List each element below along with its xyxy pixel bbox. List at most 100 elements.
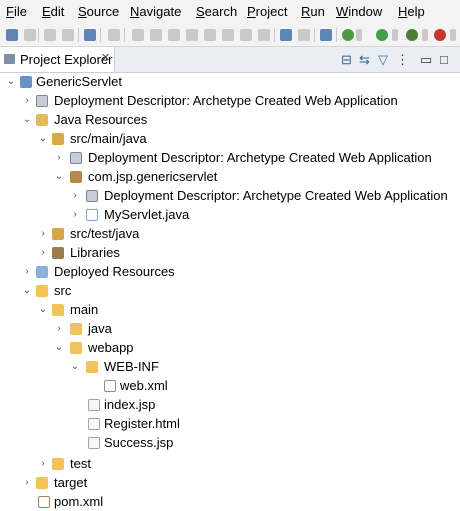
folder-icon — [70, 323, 82, 335]
toolbar-separator — [100, 28, 101, 42]
twisty-collapsed-icon[interactable]: › — [54, 319, 64, 338]
menu-edit[interactable]: Edit — [42, 4, 64, 19]
menu-search[interactable]: Search — [196, 4, 237, 19]
twisty-expanded-icon[interactable]: ⌄ — [22, 281, 32, 300]
folder-icon — [52, 304, 64, 316]
tree-item-label: pom.xml — [54, 494, 104, 509]
collapse-all-icon[interactable]: ⊟ — [341, 52, 352, 68]
tree-item-label: web.xml — [120, 378, 168, 393]
tree-item-label: index.jsp — [104, 397, 156, 412]
debug-dropdown-icon[interactable] — [356, 29, 362, 41]
menu-bar: File Edit Source Navigate Search Project… — [0, 0, 460, 24]
resume-icon[interactable] — [132, 29, 144, 41]
folder-icon — [36, 285, 48, 297]
twisty-collapsed-icon[interactable]: › — [22, 473, 32, 492]
deployment-descriptor-icon — [70, 152, 82, 164]
disconnect-icon[interactable] — [186, 29, 198, 41]
tree-item-label: Deployment Descriptor: Archetype Created… — [104, 188, 448, 203]
external-tools-icon[interactable] — [434, 29, 446, 41]
link-with-editor-icon[interactable]: ⇆ — [359, 52, 370, 68]
twisty-expanded-icon[interactable]: ⌄ — [38, 129, 48, 148]
use-step-filters-icon[interactable] — [280, 29, 292, 41]
folder-icon — [52, 458, 64, 470]
source-folder-icon — [52, 228, 64, 240]
new-icon[interactable] — [6, 29, 18, 41]
twisty-expanded-icon[interactable]: ⌄ — [22, 110, 32, 129]
step-into-icon[interactable] — [204, 29, 216, 41]
menu-window[interactable]: Window — [336, 4, 382, 19]
save-icon[interactable] — [44, 29, 56, 41]
xml-file-icon — [104, 380, 116, 392]
folder-icon — [70, 342, 82, 354]
twisty-collapsed-icon[interactable]: › — [38, 224, 48, 243]
source-folder-icon — [52, 133, 64, 145]
tree-item-label: src/main/java — [70, 131, 147, 146]
tab-label: Project Explorer — [20, 52, 113, 67]
deployment-descriptor-icon — [36, 95, 48, 107]
filter-icon[interactable]: ▽ — [378, 52, 388, 68]
java-file-icon — [86, 209, 98, 221]
project-explorer-icon — [4, 54, 15, 64]
jsp-file-icon — [88, 399, 100, 411]
dropdown-arrow-icon[interactable] — [24, 29, 36, 41]
menu-help[interactable]: Help — [398, 4, 425, 19]
view-menu-icon[interactable]: ⋮ — [396, 52, 409, 68]
run-icon[interactable] — [376, 29, 388, 41]
tree-item-label: src — [54, 283, 72, 298]
deployed-resources-icon — [36, 266, 48, 278]
tab-project-explorer[interactable]: Project Explorer ✕ — [0, 47, 115, 72]
terminal-icon[interactable] — [84, 29, 96, 41]
skip-breakpoints-icon[interactable] — [108, 29, 120, 41]
debug-icon[interactable] — [342, 29, 354, 41]
menu-source[interactable]: Source — [78, 4, 119, 19]
save-all-icon[interactable] — [62, 29, 74, 41]
twisty-collapsed-icon[interactable]: › — [38, 243, 48, 262]
toolbar-separator — [336, 28, 337, 42]
menu-run[interactable]: Run — [301, 4, 325, 19]
coverage-dropdown-icon[interactable] — [422, 29, 428, 41]
html-file-icon — [88, 418, 100, 430]
run-dropdown-icon[interactable] — [392, 29, 398, 41]
menu-file[interactable]: File — [6, 4, 27, 19]
twisty-expanded-icon[interactable]: ⌄ — [54, 167, 64, 186]
toolbar-separator — [274, 28, 275, 42]
twisty-expanded-icon[interactable]: ⌄ — [38, 300, 48, 319]
close-icon[interactable]: ✕ — [101, 51, 110, 64]
external-tools-dropdown-icon[interactable] — [450, 29, 456, 41]
suspend-icon[interactable] — [150, 29, 162, 41]
twisty-collapsed-icon[interactable]: › — [54, 148, 64, 167]
package-icon — [70, 171, 82, 183]
tree-item-label: main — [70, 302, 99, 317]
open-type-icon[interactable] — [298, 29, 310, 41]
step-return-icon[interactable] — [240, 29, 252, 41]
menu-navigate[interactable]: Navigate — [130, 4, 181, 19]
terminate-icon[interactable] — [168, 29, 180, 41]
maximize-icon[interactable]: □ — [440, 52, 448, 67]
coverage-icon[interactable] — [406, 29, 418, 41]
next-annotation-icon[interactable] — [320, 29, 332, 41]
deployment-descriptor-icon — [86, 190, 98, 202]
tree-item-label: target — [54, 475, 88, 490]
tree-item-label: com.jsp.genericservlet — [88, 169, 218, 184]
twisty-collapsed-icon[interactable]: › — [38, 454, 48, 473]
twisty-expanded-icon[interactable]: ⌄ — [70, 357, 80, 376]
tree-item-label: Success.jsp — [104, 435, 174, 450]
twisty-collapsed-icon[interactable]: › — [70, 205, 80, 224]
tree-item-label: GenericServlet — [36, 74, 122, 89]
toolbar-separator — [38, 28, 39, 42]
tree-item-label: Deployment Descriptor: Archetype Created… — [54, 93, 398, 108]
twisty-collapsed-icon[interactable]: › — [70, 186, 80, 205]
tree-item-label: Register.html — [104, 416, 180, 431]
step-over-icon[interactable] — [222, 29, 234, 41]
twisty-expanded-icon[interactable]: ⌄ — [54, 338, 64, 357]
twisty-expanded-icon[interactable]: ⌄ — [6, 72, 16, 91]
menu-project[interactable]: Project — [247, 4, 287, 19]
drop-to-frame-icon[interactable] — [258, 29, 270, 41]
tree-item-label: Java Resources — [54, 112, 148, 127]
tree-item-label: MyServlet.java — [104, 207, 190, 222]
twisty-collapsed-icon[interactable]: › — [22, 262, 32, 281]
libraries-icon — [52, 247, 64, 259]
twisty-collapsed-icon[interactable]: › — [22, 91, 32, 110]
tree-item-label: java — [88, 321, 112, 336]
minimize-icon[interactable]: ▭ — [420, 52, 432, 68]
